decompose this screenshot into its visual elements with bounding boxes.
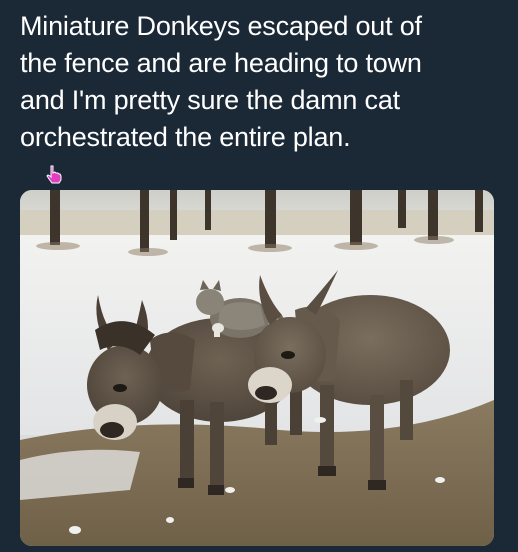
post-caption: Miniature Donkeys escaped out of the fen… <box>20 8 500 156</box>
caption-line: Miniature Donkeys escaped out of <box>20 11 422 41</box>
hand-pointer-icon <box>46 165 62 185</box>
caption-line: the fence and are heading to town <box>20 48 422 78</box>
donkeys-photo <box>20 190 494 546</box>
caption-line: and I'm pretty sure the damn cat <box>20 85 400 115</box>
caption-line: orchestrated the entire plan. <box>20 122 351 152</box>
